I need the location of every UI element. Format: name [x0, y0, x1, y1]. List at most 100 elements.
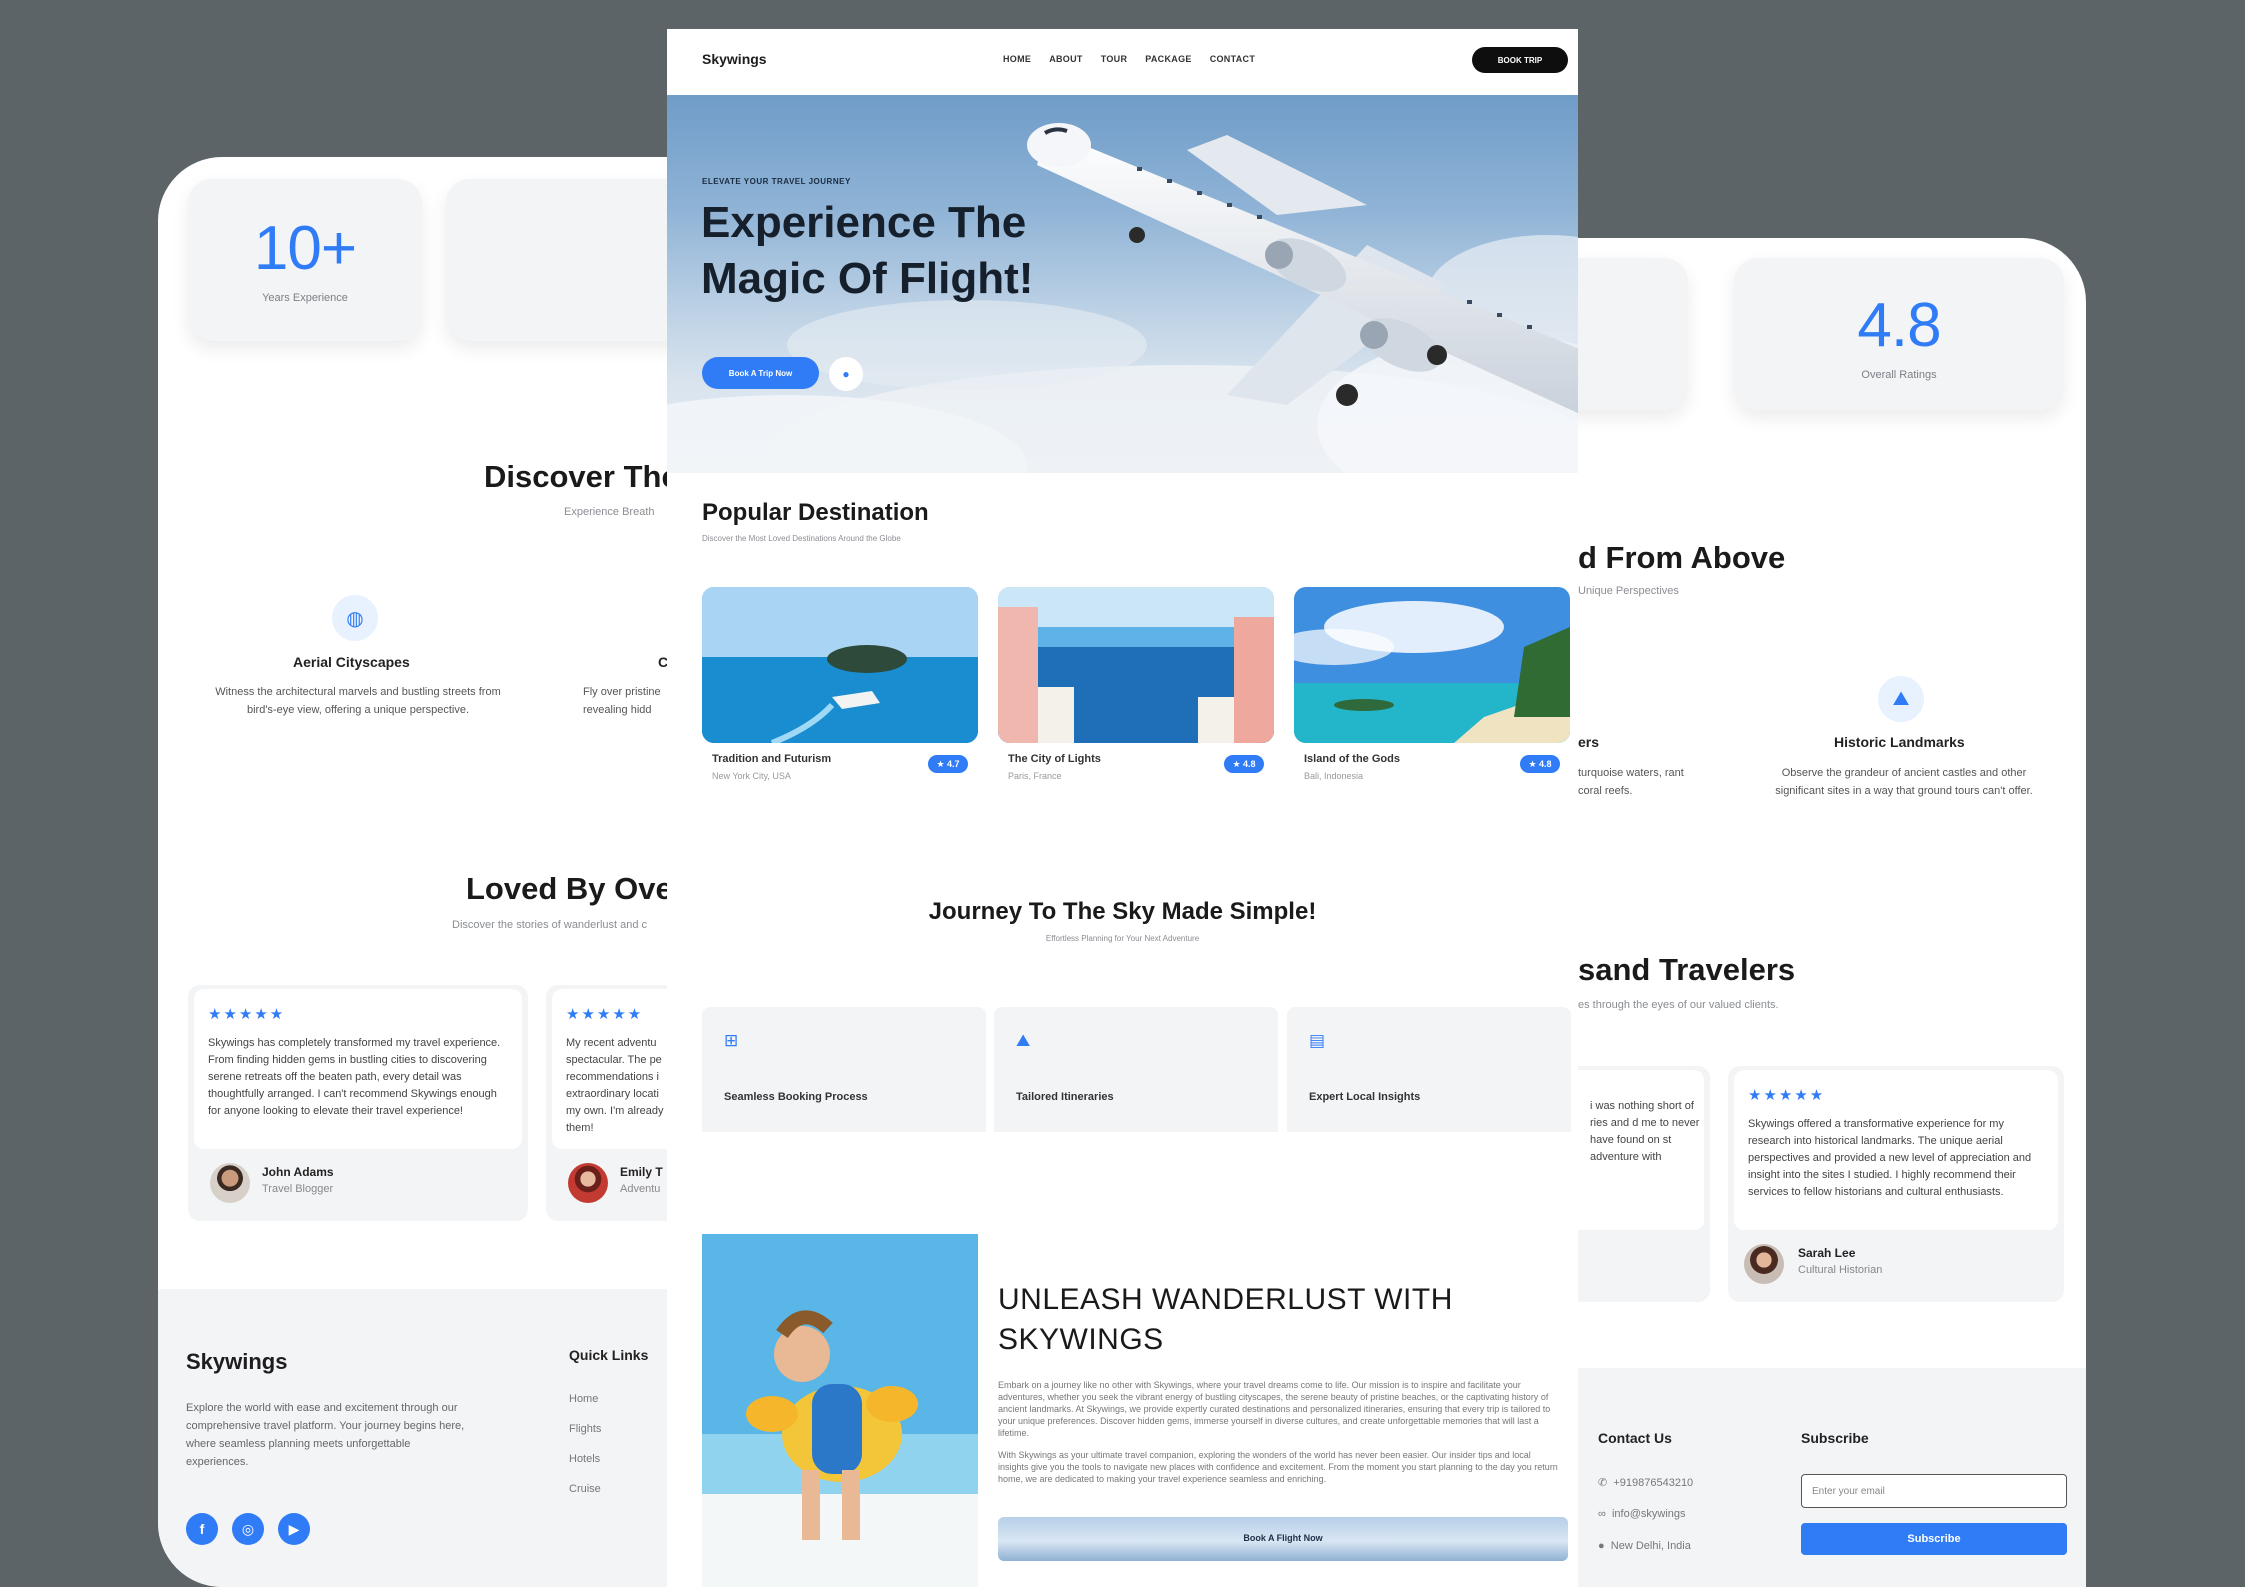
- footer-link-flights[interactable]: Flights: [569, 1423, 601, 1435]
- section-subtitle: Discover the Most Loved Destinations Aro…: [702, 534, 901, 543]
- hero-banner: ELEVATE YOUR TRAVEL JOURNEY Experience T…: [667, 95, 1578, 473]
- section-title: sand Travelers: [1578, 952, 1796, 987]
- footer-link-cruise[interactable]: Cruise: [569, 1483, 601, 1495]
- book-flight-label: Book A Flight Now: [1243, 1533, 1323, 1543]
- nav-about[interactable]: ABOUT: [1049, 54, 1083, 64]
- destination-image: [702, 587, 978, 743]
- destination-image: [998, 587, 1274, 743]
- nav-package[interactable]: PACKAGE: [1145, 54, 1191, 64]
- stat-label: Years Experience: [262, 292, 348, 304]
- stat-card-hidden: [446, 179, 670, 341]
- wanderlust-title: UNLEASH WANDERLUST WITH SKYWINGS: [998, 1283, 1453, 1356]
- reviewer-role: Travel Blogger: [262, 1183, 334, 1195]
- feature-title: Historic Landmarks: [1834, 734, 1965, 750]
- destination-card[interactable]: Island of the Gods Bali, Indonesia ★ 4.8: [1294, 587, 1570, 781]
- section-title: Discover The: [484, 459, 670, 494]
- email-field[interactable]: Enter your email: [1801, 1474, 2067, 1508]
- section-subtitle: Discover the stories of wanderlust and c: [452, 919, 648, 931]
- section-title: Loved By Over: [466, 871, 670, 906]
- contact-phone-text: +919876543210: [1613, 1477, 1694, 1489]
- youtube-icon[interactable]: ▶: [278, 1513, 310, 1545]
- left-page-preview: 10+ Years Experience Discover The Experi…: [158, 157, 670, 1587]
- review-card: ★★★★★ Skywings offered a transformative …: [1728, 1066, 2064, 1302]
- reviewer-name: Sarah Lee: [1798, 1246, 1856, 1260]
- section-subtitle: es through the eyes of our valued client…: [1578, 999, 1779, 1011]
- stat-card-experience: 10+ Years Experience: [188, 179, 422, 341]
- booking-icon: ⊞: [724, 1031, 739, 1050]
- facebook-icon[interactable]: f: [186, 1513, 218, 1545]
- step-card: ⛰ Tailored Itineraries: [994, 1007, 1278, 1132]
- section-title: d From Above: [1578, 540, 1786, 575]
- review-text: My recent adventu spectacular. The pe re…: [566, 1037, 664, 1134]
- wanderlust-image: [702, 1234, 978, 1587]
- book-trip-button[interactable]: BOOK TRIP: [1472, 47, 1568, 73]
- avatar: [210, 1163, 250, 1203]
- hero-title: Experience The Magic Of Flight!: [701, 198, 1034, 303]
- footer-link-home[interactable]: Home: [569, 1393, 598, 1405]
- review-text: i was nothing short of ries and d me to …: [1590, 1100, 1700, 1163]
- review-card: ★★★★★ My recent adventu spectacular. The…: [546, 985, 670, 1221]
- footer-heading: Contact Us: [1598, 1430, 1672, 1446]
- instagram-icon[interactable]: ◎: [232, 1513, 264, 1545]
- subscribe-button[interactable]: Subscribe: [1801, 1523, 2067, 1555]
- stat-value: 10+: [253, 214, 357, 283]
- contact-phone: ✆ +919876543210: [1598, 1477, 1694, 1489]
- landmark-icon: ⛰: [1878, 676, 1924, 722]
- map-icon: ▤: [1309, 1031, 1326, 1050]
- review-text: Skywings offered a transformative experi…: [1748, 1118, 2032, 1198]
- section-subtitle: Experience Breath: [564, 506, 655, 518]
- book-trip-now-button[interactable]: Book A Trip Now: [702, 357, 819, 389]
- nav-links: HOME ABOUT TOUR PACKAGE CONTACT: [1003, 54, 1255, 64]
- play-icon[interactable]: ●: [829, 357, 863, 391]
- book-flight-banner[interactable]: Book A Flight Now: [998, 1517, 1568, 1561]
- feature-desc: Fly over pristine revealing hidd: [583, 686, 661, 716]
- destination-card[interactable]: The City of Lights Paris, France ★ 4.8: [998, 587, 1274, 781]
- destination-location: Paris, France: [1008, 771, 1062, 781]
- destination-location: New York City, USA: [712, 771, 791, 781]
- footer-heading: Subscribe: [1801, 1430, 1869, 1446]
- stat-card-rating: 4.8 Overall Ratings: [1734, 258, 2064, 410]
- rating-stars: ★★★★★: [208, 1006, 286, 1023]
- rating-stars: ★★★★★: [1748, 1087, 1826, 1104]
- reviewer-name: John Adams: [262, 1165, 334, 1179]
- hero-eyebrow: ELEVATE YOUR TRAVEL JOURNEY: [702, 177, 851, 186]
- destination-name: Tradition and Futurism: [712, 753, 832, 765]
- section-title: Journey To The Sky Made Simple!: [928, 898, 1317, 925]
- destination-card[interactable]: Tradition and Futurism New York City, US…: [702, 587, 978, 781]
- rating-stars: ★★★★★: [566, 1006, 644, 1023]
- contact-location: ● New Delhi, India: [1598, 1540, 1691, 1552]
- contact-email-text: info@skywings: [1611, 1508, 1686, 1520]
- contact-location-text: New Delhi, India: [1610, 1540, 1691, 1552]
- review-card: ★★★★★ Skywings has completely transforme…: [188, 985, 528, 1221]
- review-card: i was nothing short of ries and d me to …: [1578, 1066, 1710, 1302]
- footer-link-hotels[interactable]: Hotels: [569, 1453, 600, 1465]
- reviewer-role: Cultural Historian: [1798, 1264, 1883, 1276]
- rating-badge: ★ 4.7: [928, 755, 968, 773]
- wanderlust-paragraph: With Skywings as your ultimate travel co…: [998, 1450, 1558, 1484]
- review-text: Skywings has completely transformed my t…: [208, 1037, 501, 1117]
- feature-title: Aerial Cityscapes: [293, 654, 410, 670]
- footer-description: Explore the world with ease and exciteme…: [186, 1402, 465, 1468]
- destination-name: Island of the Gods: [1304, 753, 1400, 765]
- main-page-preview: Skywings HOME ABOUT TOUR PACKAGE CONTACT…: [667, 29, 1578, 1587]
- reviewer-name: Emily T: [620, 1165, 663, 1179]
- logo[interactable]: Skywings: [702, 51, 767, 67]
- step-label: Seamless Booking Process: [724, 1091, 868, 1103]
- section-title: Popular Destination: [702, 499, 929, 526]
- rating-badge: ★ 4.8: [1224, 755, 1264, 773]
- destination-image: [1294, 587, 1570, 743]
- step-card: ▤ Expert Local Insights: [1287, 1007, 1571, 1132]
- nav-home[interactable]: HOME: [1003, 54, 1031, 64]
- stat-card-hidden: [1578, 258, 1688, 410]
- right-page-preview: 4.8 Overall Ratings d From Above Unique …: [1578, 238, 2086, 1587]
- destination-name: The City of Lights: [1008, 753, 1101, 765]
- footer-heading: Quick Links: [569, 1347, 649, 1363]
- footer: Skywings Explore the world with ease and…: [158, 1289, 670, 1587]
- nav-tour[interactable]: TOUR: [1101, 54, 1128, 64]
- nav-contact[interactable]: CONTACT: [1210, 54, 1255, 64]
- reviewer-role: Adventu: [620, 1183, 661, 1195]
- footer: Contact Us ✆ +919876543210 ∞ info@skywin…: [1578, 1368, 2086, 1587]
- feature-desc: Witness the architectural marvels and bu…: [215, 686, 501, 716]
- feature-desc: Observe the grandeur of ancient castles …: [1775, 767, 2033, 797]
- contact-email: ∞ info@skywings: [1598, 1508, 1686, 1520]
